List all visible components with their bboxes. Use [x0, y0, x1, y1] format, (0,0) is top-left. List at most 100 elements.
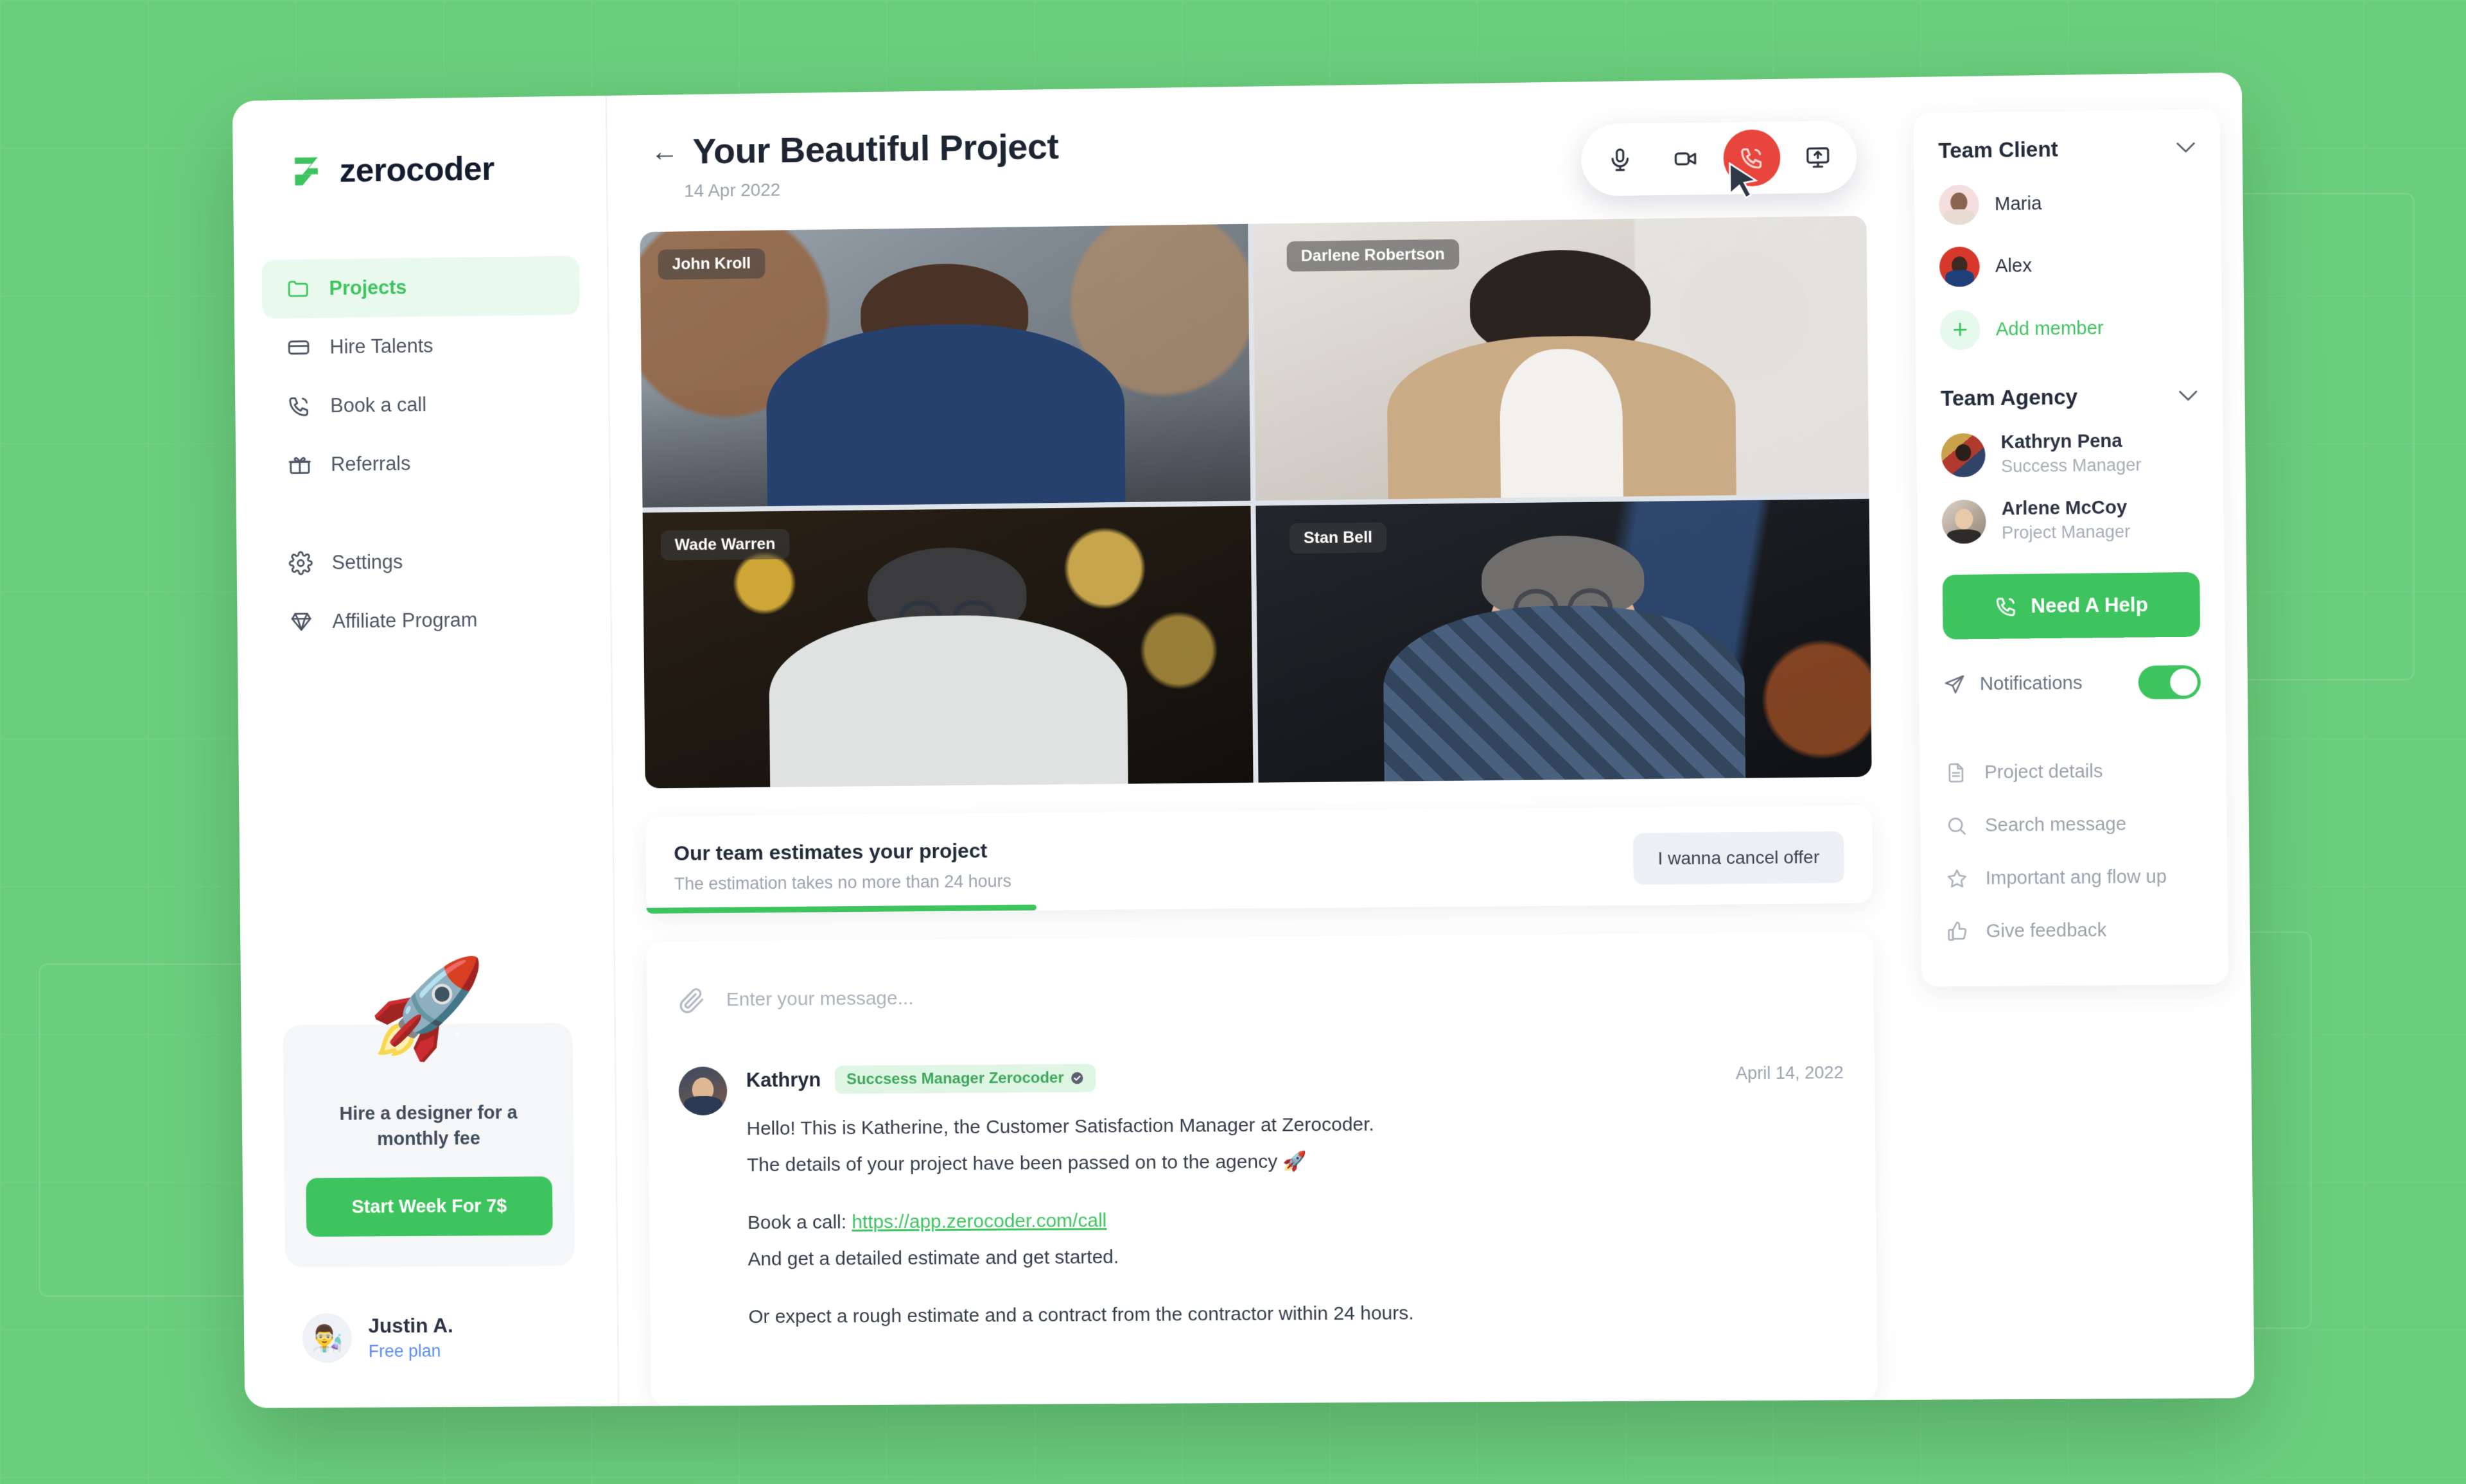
menu-item-label: Search message — [1984, 813, 2127, 836]
notifications-toggle[interactable] — [2138, 665, 2201, 700]
message-line-with-link: Book a call: https://app.zerocoder.com/c… — [748, 1201, 1845, 1239]
estimate-banner: Our team estimates your project The esti… — [645, 805, 1873, 914]
add-member-label: Add member — [1995, 317, 2104, 340]
user-profile[interactable]: 👨‍🔬 Justin A. Free plan — [243, 1266, 618, 1408]
menu-item-give-feedback[interactable]: Give feedback — [1946, 903, 2203, 958]
avatar — [1941, 499, 1986, 544]
search-icon — [1945, 814, 1968, 838]
camera-button[interactable] — [1657, 130, 1715, 188]
message-composer — [678, 960, 1843, 1031]
notifications-label: Notifications — [1979, 672, 2083, 695]
participant-name: Darlene Robertson — [1286, 239, 1460, 272]
diamond-icon — [289, 609, 313, 634]
profile-name: Justin A. — [368, 1313, 453, 1338]
video-tile[interactable]: Stan Bell — [1255, 498, 1872, 783]
video-tile[interactable]: John Kroll — [640, 223, 1251, 508]
member-name: Alex — [1995, 255, 2033, 277]
chat-panel: Kathryn Succsess Manager Zerocoder April… — [647, 931, 1878, 1406]
booking-link[interactable]: https://app.zerocoder.com/call — [852, 1210, 1106, 1232]
menu-item-project-details[interactable]: Project details — [1944, 744, 2201, 799]
document-icon — [1944, 761, 1968, 785]
gear-icon — [288, 551, 313, 575]
video-camera-icon — [1673, 146, 1699, 172]
avatar: 👨‍🔬 — [302, 1313, 353, 1363]
member-role: Success Manager — [2000, 455, 2142, 476]
sidebar-item-affiliate-program[interactable]: Affiliate Program — [265, 589, 583, 652]
call-controls — [1580, 120, 1857, 196]
send-icon — [1943, 674, 1966, 696]
paperclip-icon[interactable] — [678, 986, 706, 1015]
sidebar-item-book-a-call[interactable]: Book a call — [263, 374, 581, 436]
main-area: ← Your Beautiful Project 14 Apr 2022 Joh… — [607, 72, 2255, 1406]
microphone-button[interactable] — [1591, 131, 1649, 189]
message-input[interactable] — [726, 980, 1843, 1011]
sidebar-item-hire-talents[interactable]: Hire Talents — [262, 315, 580, 378]
sidebar: zerocoder Projects Hire Talents Book a c… — [232, 95, 620, 1408]
status-badge: Succsess Manager Zerocoder — [834, 1063, 1096, 1094]
avatar — [1941, 432, 1986, 477]
share-screen-button[interactable] — [1788, 128, 1847, 186]
message-timestamp: April 14, 2022 — [1735, 1062, 1844, 1083]
team-agency-title: Team Agency — [1940, 385, 2078, 410]
team-agency-member[interactable]: Kathryn Pena Success Manager — [1941, 430, 2199, 477]
help-button-label: Need A Help — [2031, 593, 2148, 618]
gift-icon — [288, 453, 312, 477]
verified-icon — [1071, 1071, 1085, 1085]
team-client-member[interactable]: Alex — [1939, 243, 2197, 287]
top-bar: ← Your Beautiful Project 14 Apr 2022 — [639, 114, 1866, 209]
video-tile[interactable]: Wade Warren — [642, 505, 1254, 789]
chat-message: Kathryn Succsess Manager Zerocoder April… — [678, 1058, 1846, 1334]
phone-icon — [287, 394, 311, 418]
sidebar-nav: Projects Hire Talents Book a call Referr… — [234, 256, 611, 652]
phone-hangup-icon — [1739, 145, 1765, 171]
start-week-button[interactable]: Start Week For 7$ — [306, 1176, 553, 1237]
team-client-header: Team Client — [1938, 135, 2196, 163]
estimate-progress-fill — [646, 904, 1037, 914]
phone-icon — [1995, 595, 2018, 618]
message-link-prefix: Book a call: — [747, 1212, 852, 1234]
profile-plan[interactable]: Free plan — [369, 1341, 454, 1362]
team-agency-header: Team Agency — [1941, 383, 2198, 411]
avatar — [678, 1066, 728, 1116]
menu-item-label: Important ang flow up — [1985, 866, 2167, 889]
need-a-help-button[interactable]: Need A Help — [1942, 572, 2201, 640]
sidebar-item-settings[interactable]: Settings — [265, 530, 582, 593]
menu-item-important-follow-up[interactable]: Important ang flow up — [1945, 850, 2203, 905]
participant-name: John Kroll — [658, 248, 765, 280]
promo-text: Hire a designer for a monthly fee — [339, 1102, 518, 1150]
brand-name: zerocoder — [339, 150, 494, 189]
chevron-down-icon[interactable] — [2176, 141, 2196, 153]
end-call-button[interactable] — [1723, 129, 1781, 187]
sidebar-item-label: Referrals — [331, 452, 411, 476]
brand: zerocoder — [232, 134, 606, 192]
page-title: Your Beautiful Project — [692, 125, 1059, 171]
estimate-subtitle: The estimation takes no more than 24 hou… — [674, 871, 1012, 894]
chat-message-body: Kathryn Succsess Manager Zerocoder April… — [746, 1058, 1846, 1333]
back-arrow-icon[interactable]: ← — [651, 135, 679, 167]
thumbs-up-icon — [1946, 920, 1970, 943]
team-client-member[interactable]: Maria — [1938, 182, 2196, 225]
right-panel: Team Client Maria Alex + Add member Team… — [1891, 72, 2255, 1400]
video-tile[interactable]: Darlene Robertson — [1253, 215, 1869, 501]
chevron-down-icon[interactable] — [2178, 390, 2198, 401]
card-icon — [286, 335, 311, 360]
member-name: Arlene McCoy — [2001, 497, 2128, 519]
menu-item-label: Project details — [1984, 760, 2103, 783]
member-name: Kathryn Pena — [2000, 430, 2122, 453]
estimate-progress-track — [646, 898, 1873, 914]
menu-item-search-message[interactable]: Search message — [1945, 797, 2202, 852]
chat-message-header: Kathryn Succsess Manager Zerocoder April… — [746, 1058, 1844, 1094]
message-author: Kathryn — [746, 1068, 821, 1092]
member-role: Project Manager — [2001, 521, 2131, 543]
star-icon — [1945, 867, 1969, 890]
cancel-offer-button[interactable]: I wanna cancel offer — [1632, 831, 1844, 885]
team-agency-member[interactable]: Arlene McCoy Project Manager — [1941, 496, 2199, 544]
participant-name: Wade Warren — [660, 528, 790, 561]
add-member-button[interactable]: + Add member — [1939, 307, 2198, 351]
sidebar-item-referrals[interactable]: Referrals — [263, 432, 581, 494]
folder-icon — [286, 277, 310, 301]
team-client-title: Team Client — [1938, 137, 2059, 163]
sidebar-item-projects[interactable]: Projects — [261, 256, 580, 319]
menu-item-label: Give feedback — [1986, 920, 2107, 941]
right-panel-card: Team Client Maria Alex + Add member Team… — [1913, 109, 2228, 987]
